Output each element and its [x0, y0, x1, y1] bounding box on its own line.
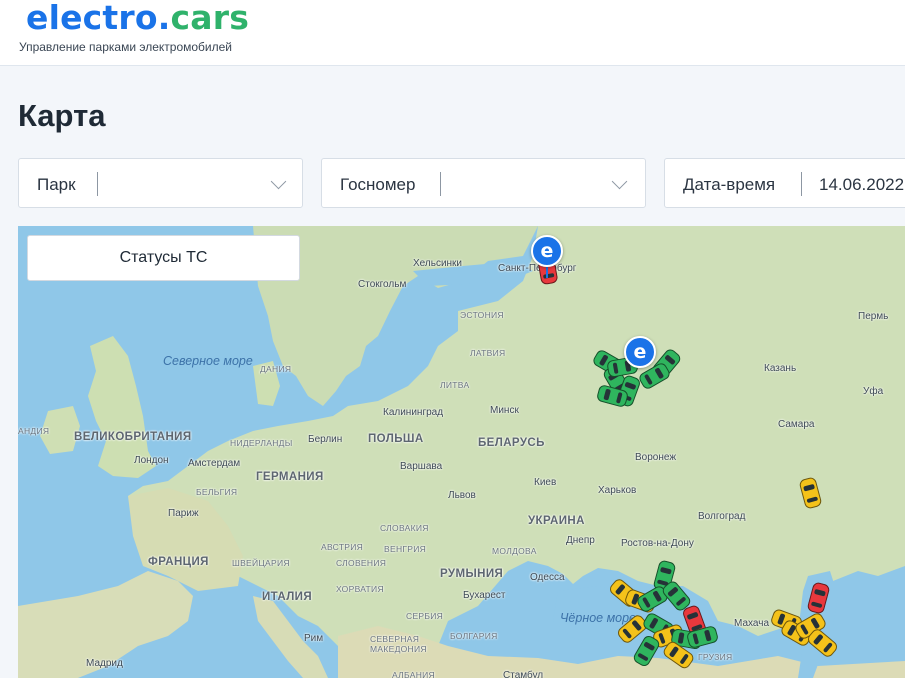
- map-background: [18, 226, 905, 678]
- datetime-separator: [801, 172, 802, 196]
- map-label-helsinki: Хельсинки: [413, 258, 463, 269]
- map-label-belgium: БЕЛЬГИЯ: [196, 487, 238, 497]
- app-header: electro.cars Управление парками электром…: [0, 0, 905, 66]
- tagline: Управление парками электромобилей: [19, 40, 233, 54]
- map-label-austria: АВСТРИЯ: [321, 542, 364, 552]
- map-label-london: Лондон: [134, 455, 169, 466]
- map-label-volgograd: Волгоград: [698, 511, 746, 522]
- map-label-slovakia: СЛОВАКИЯ: [380, 523, 429, 533]
- map-label-slovenia: СЛОВЕНИЯ: [336, 558, 387, 568]
- map-label-makhachkala: Махача: [734, 618, 770, 629]
- map-label-stockholm: Стокгольм: [358, 279, 407, 290]
- map-label-italy: ИТАЛИЯ: [262, 591, 313, 603]
- map-label-lviv: Львов: [448, 490, 476, 501]
- vehicle-status-button[interactable]: Статусы ТС: [27, 235, 300, 281]
- map-label-rostov: Ростов-на-Дону: [621, 538, 694, 549]
- logo-text-electro: electro: [26, 0, 158, 37]
- datetime-label: Дата-время: [683, 175, 776, 194]
- map-label-dnipro: Днепр: [566, 535, 595, 546]
- map-label-moldova: МОЛДОВА: [492, 546, 537, 556]
- map-label-latvia: ЛАТВИЯ: [470, 348, 506, 358]
- map-label-black-sea: Чёрное море: [560, 611, 637, 625]
- map-label-uk: ВЕЛИКОБРИТАНИЯ: [74, 431, 192, 443]
- map-label-serbia: СЕРБИЯ: [406, 611, 444, 621]
- datetime-value[interactable]: 14.06.2022: [819, 175, 904, 195]
- plate-select[interactable]: Госномер: [321, 158, 646, 208]
- pin-stem: [546, 266, 548, 278]
- map-label-minsk: Минск: [490, 405, 519, 416]
- park-separator: [97, 172, 98, 196]
- logo[interactable]: electro.cars: [26, 0, 249, 37]
- map-label-madrid: Мадрид: [86, 658, 123, 669]
- map-label-voronezh: Воронеж: [635, 452, 677, 463]
- map-label-estonia: ЭСТОНИЯ: [460, 310, 504, 320]
- map-label-denmark: ДАНИЯ: [260, 364, 292, 374]
- map-label-netherlands: НИДЕРЛАНДЫ: [230, 438, 293, 448]
- plate-label: Госномер: [340, 175, 416, 194]
- station-pin-icon[interactable]: e: [531, 235, 563, 267]
- map-label-istanbul: Стамбул: [503, 670, 544, 678]
- park-select[interactable]: Парк: [18, 158, 303, 208]
- map-label-france: ФРАНЦИЯ: [148, 556, 209, 568]
- map-label-bucharest: Бухарест: [463, 590, 506, 601]
- plate-separator: [440, 172, 441, 196]
- map-label-bulgaria: БОЛГАРИЯ: [450, 631, 498, 641]
- logo-text-dot: .: [157, 0, 171, 37]
- map-label-albania: АЛБАНИЯ: [392, 670, 435, 678]
- map-label-berlin: Берлин: [308, 434, 343, 445]
- map-label-samara: Самара: [778, 419, 815, 430]
- map-label-kazan: Казань: [764, 363, 797, 374]
- map-label-poland: ПОЛЬША: [368, 433, 424, 445]
- logo-text-cars: cars: [170, 0, 250, 37]
- chevron-down-icon: [270, 173, 287, 190]
- map-label-germany: ГЕРМАНИЯ: [256, 471, 324, 483]
- map-label-georgia: ГРУЗИЯ: [698, 652, 733, 662]
- map-label-paris: Париж: [168, 508, 199, 519]
- map-label-perm: Пермь: [858, 311, 889, 322]
- datetime-picker[interactable]: Дата-время 14.06.2022: [664, 158, 905, 208]
- map-label-ufa: Уфа: [863, 386, 884, 397]
- map-label-switzerland: ШВЕЙЦАРИЯ: [232, 558, 290, 568]
- station-pin-icon[interactable]: e: [624, 336, 656, 368]
- map-label-kharkiv: Харьков: [598, 485, 637, 496]
- map-label-ukraine: УКРАИНА: [528, 515, 585, 527]
- fleet-map[interactable]: Хельсинки Санкт-Петербург Стокгольм ЭСТО…: [18, 226, 905, 678]
- chevron-down-icon: [611, 173, 628, 190]
- map-label-rome: Рим: [304, 633, 324, 644]
- map-label-belarus: БЕЛАРУСЬ: [478, 437, 545, 449]
- map-label-irl: АНДИЯ: [18, 426, 50, 436]
- map-label-croatia: ХОРВАТИЯ: [336, 584, 384, 594]
- map-label-north-sea: Северное море: [163, 354, 253, 368]
- map-label-kyiv: Киев: [534, 477, 557, 488]
- map-label-romania: РУМЫНИЯ: [440, 568, 504, 580]
- map-label-north-macedonia: СЕВЕРНАЯ МАКЕДОНИЯ: [370, 634, 427, 654]
- map-label-kaliningrad: Калининград: [383, 407, 444, 418]
- map-label-warsaw: Варшава: [400, 461, 443, 472]
- map-label-lithuania: ЛИТВА: [440, 380, 470, 390]
- map-label-amsterdam: Амстердам: [188, 458, 241, 469]
- map-label-odessa: Одесса: [530, 572, 565, 583]
- map-label-hungary: ВЕНГРИЯ: [384, 544, 427, 554]
- park-label: Парк: [37, 175, 76, 194]
- page-title: Карта: [18, 98, 106, 133]
